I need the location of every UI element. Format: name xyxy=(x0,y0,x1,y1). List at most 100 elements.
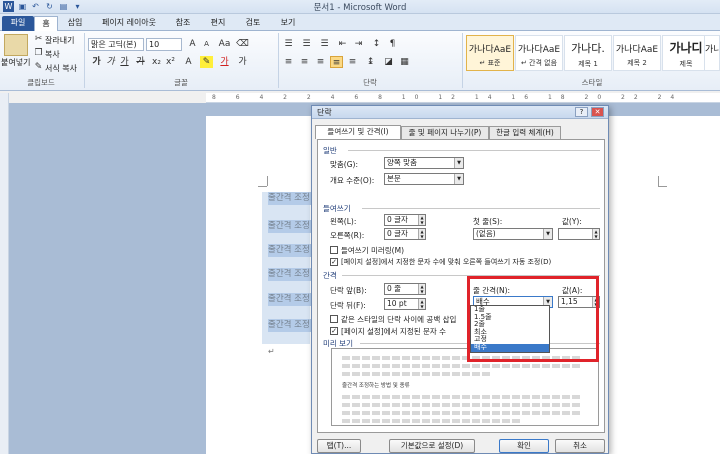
space-after-label: 단락 뒤(F): xyxy=(330,301,366,310)
tab-home[interactable]: 홈 xyxy=(34,16,58,31)
tab-indents-spacing[interactable]: 들여쓰기 및 간격(I) xyxy=(315,125,401,139)
snap-to-grid-checkbox[interactable]: ✓ xyxy=(330,327,338,335)
spinner-icon[interactable]: ▲ ▼ xyxy=(418,215,425,225)
tab-view[interactable]: 보기 xyxy=(273,16,303,31)
section-indentation: 들여쓰기 xyxy=(323,204,351,213)
align-right-icon[interactable]: ≡ xyxy=(314,56,327,68)
line-spacing-icon[interactable]: ↨ xyxy=(364,56,377,68)
change-case-icon[interactable]: Aa xyxy=(218,38,231,50)
copy-button[interactable]: 복사 xyxy=(45,49,60,60)
decrease-indent-icon[interactable]: ⇤ xyxy=(336,38,349,50)
indent-left-input[interactable]: 0 글자 ▲ ▼ xyxy=(384,214,426,226)
space-before-label: 단락 앞(B): xyxy=(330,286,367,295)
spinner-icon[interactable]: ▲ ▼ xyxy=(418,284,425,294)
spinner-icon[interactable]: ▲ ▼ xyxy=(592,229,599,239)
horizontal-ruler[interactable]: 8 6 4 2 2 4 6 8 10 12 14 16 18 20 22 24 xyxy=(206,93,720,103)
space-after-input[interactable]: 10 pt ▲ ▼ xyxy=(384,298,426,310)
title-bar: W ▣ ↶ ↻ ▤ ▾ 문서1 - Microsoft Word xyxy=(0,0,720,14)
underline-icon[interactable]: 가 xyxy=(118,56,131,68)
char-shading-icon[interactable]: 가 xyxy=(236,56,249,68)
selection-highlight xyxy=(262,192,310,344)
bullets-icon[interactable]: ☰ xyxy=(282,38,295,50)
section-spacing: 간격 xyxy=(323,271,337,280)
borders-icon[interactable]: ▦ xyxy=(398,56,411,68)
grow-font-icon[interactable]: A xyxy=(186,38,199,50)
tab-insert[interactable]: 삽입 xyxy=(62,16,88,31)
set-as-default-button[interactable]: 기본값으로 설정(D) xyxy=(389,439,475,453)
spinner-icon[interactable]: ▲ ▼ xyxy=(418,299,425,309)
cut-icon[interactable]: ✂ xyxy=(32,33,45,45)
tab-references[interactable]: 참조 xyxy=(168,16,198,31)
crop-mark xyxy=(258,186,267,187)
tab-file[interactable]: 파일 xyxy=(2,16,34,31)
help-icon[interactable]: ? xyxy=(575,107,588,117)
dialog-title: 단락 xyxy=(317,108,332,117)
align-left-icon[interactable]: ≡ xyxy=(282,56,295,68)
font-color-icon[interactable]: 가 xyxy=(218,56,231,68)
ribbon-separator xyxy=(84,33,85,88)
space-before-input[interactable]: 0 줄 ▲ ▼ xyxy=(384,283,426,295)
style-title[interactable]: 가나디 제목 xyxy=(662,35,710,71)
preview-line xyxy=(342,419,522,423)
align-center-icon[interactable]: ≡ xyxy=(298,56,311,68)
paste-icon[interactable] xyxy=(4,34,28,56)
dont-add-space-label: 같은 스타일의 단락 사이에 공백 삽입 xyxy=(341,315,457,324)
justify-icon[interactable]: ≡ xyxy=(330,56,343,68)
copy-icon[interactable]: ❐ xyxy=(32,47,45,59)
vertical-ruler xyxy=(0,93,9,454)
superscript-icon[interactable]: x² xyxy=(164,56,177,68)
close-icon[interactable]: ✕ xyxy=(591,107,604,117)
style-heading-2[interactable]: 가나다AaE 제목 2 xyxy=(613,35,661,71)
group-label-styles: 스타일 xyxy=(581,78,603,87)
ok-button[interactable]: 확인 xyxy=(499,439,549,453)
clear-format-icon[interactable]: ⌫ xyxy=(236,38,249,50)
numbering-icon[interactable]: ☰ xyxy=(300,38,313,50)
mirror-indents-checkbox[interactable] xyxy=(330,246,338,254)
font-size-combo[interactable]: 10 xyxy=(146,38,182,51)
strikethrough-icon[interactable]: 가 xyxy=(134,56,147,68)
spinner-icon[interactable]: ▲ ▼ xyxy=(418,229,425,239)
outline-level-select[interactable]: 본문 ▼ xyxy=(384,173,464,185)
highlight-icon[interactable]: ✎ xyxy=(200,56,213,68)
indent-by-input[interactable]: ▲ ▼ xyxy=(558,228,600,240)
italic-icon[interactable]: 가 xyxy=(104,56,117,68)
outline-level-label: 개요 수준(O): xyxy=(330,176,375,185)
subscript-icon[interactable]: x₂ xyxy=(150,56,163,68)
indent-right-label: 오른쪽(R): xyxy=(330,231,365,240)
cut-button[interactable]: 잘라내기 xyxy=(45,35,74,46)
multilevel-list-icon[interactable]: ☰ xyxy=(318,38,331,50)
alignment-select[interactable]: 양쪽 맞춤 ▼ xyxy=(384,157,464,169)
style-heading-1[interactable]: 가나다. 제목 1 xyxy=(564,35,612,71)
shading-icon[interactable]: ◪ xyxy=(382,56,395,68)
sort-icon[interactable]: ↕ xyxy=(370,38,383,50)
dont-add-space-checkbox[interactable] xyxy=(330,315,338,323)
text-effects-icon[interactable]: A xyxy=(182,56,195,68)
dialog-title-bar[interactable]: 단락 ? ✕ xyxy=(312,106,608,119)
tab-review[interactable]: 검토 xyxy=(238,16,268,31)
style-no-spacing[interactable]: 가나다AaE ↵ 간격 없음 xyxy=(515,35,563,71)
window-title: 문서1 - Microsoft Word xyxy=(313,3,407,13)
shrink-font-icon[interactable]: A xyxy=(200,38,213,50)
tab-mailings[interactable]: 편지 xyxy=(203,16,233,31)
chevron-down-icon: ▼ xyxy=(454,174,463,184)
indent-right-input[interactable]: 0 글자 ▲ ▼ xyxy=(384,228,426,240)
paste-button[interactable]: 붙여넣기 xyxy=(1,57,30,68)
cancel-button[interactable]: 취소 xyxy=(555,439,605,453)
tabs-button[interactable]: 탭(T)... xyxy=(317,439,361,453)
preview-line xyxy=(342,395,582,399)
tab-page-layout[interactable]: 페이지 레이아웃 xyxy=(94,16,164,31)
font-name-combo[interactable]: 맑은 고딕(본) xyxy=(88,38,144,51)
style-normal[interactable]: 가나다AaE ↵ 표준 xyxy=(466,35,514,71)
special-indent-select[interactable]: (없음) ▼ xyxy=(473,228,553,240)
auto-adjust-indent-checkbox[interactable]: ✓ xyxy=(330,258,338,266)
increase-indent-icon[interactable]: ⇥ xyxy=(352,38,365,50)
tab-line-page-breaks[interactable]: 줄 및 페이지 나누기(P) xyxy=(401,126,489,139)
divider xyxy=(348,150,600,151)
bold-icon[interactable]: 가 xyxy=(90,56,103,68)
show-marks-icon[interactable]: ¶ xyxy=(386,38,399,50)
format-painter-icon[interactable]: ✎ xyxy=(32,61,45,73)
style-subtitle[interactable]: 가나다Aa xyxy=(704,35,720,71)
distributed-icon[interactable]: ≡ xyxy=(346,56,359,68)
format-painter-button[interactable]: 서식 복사 xyxy=(45,63,77,74)
tab-asian-typography[interactable]: 한글 입력 체계(H) xyxy=(489,126,561,139)
